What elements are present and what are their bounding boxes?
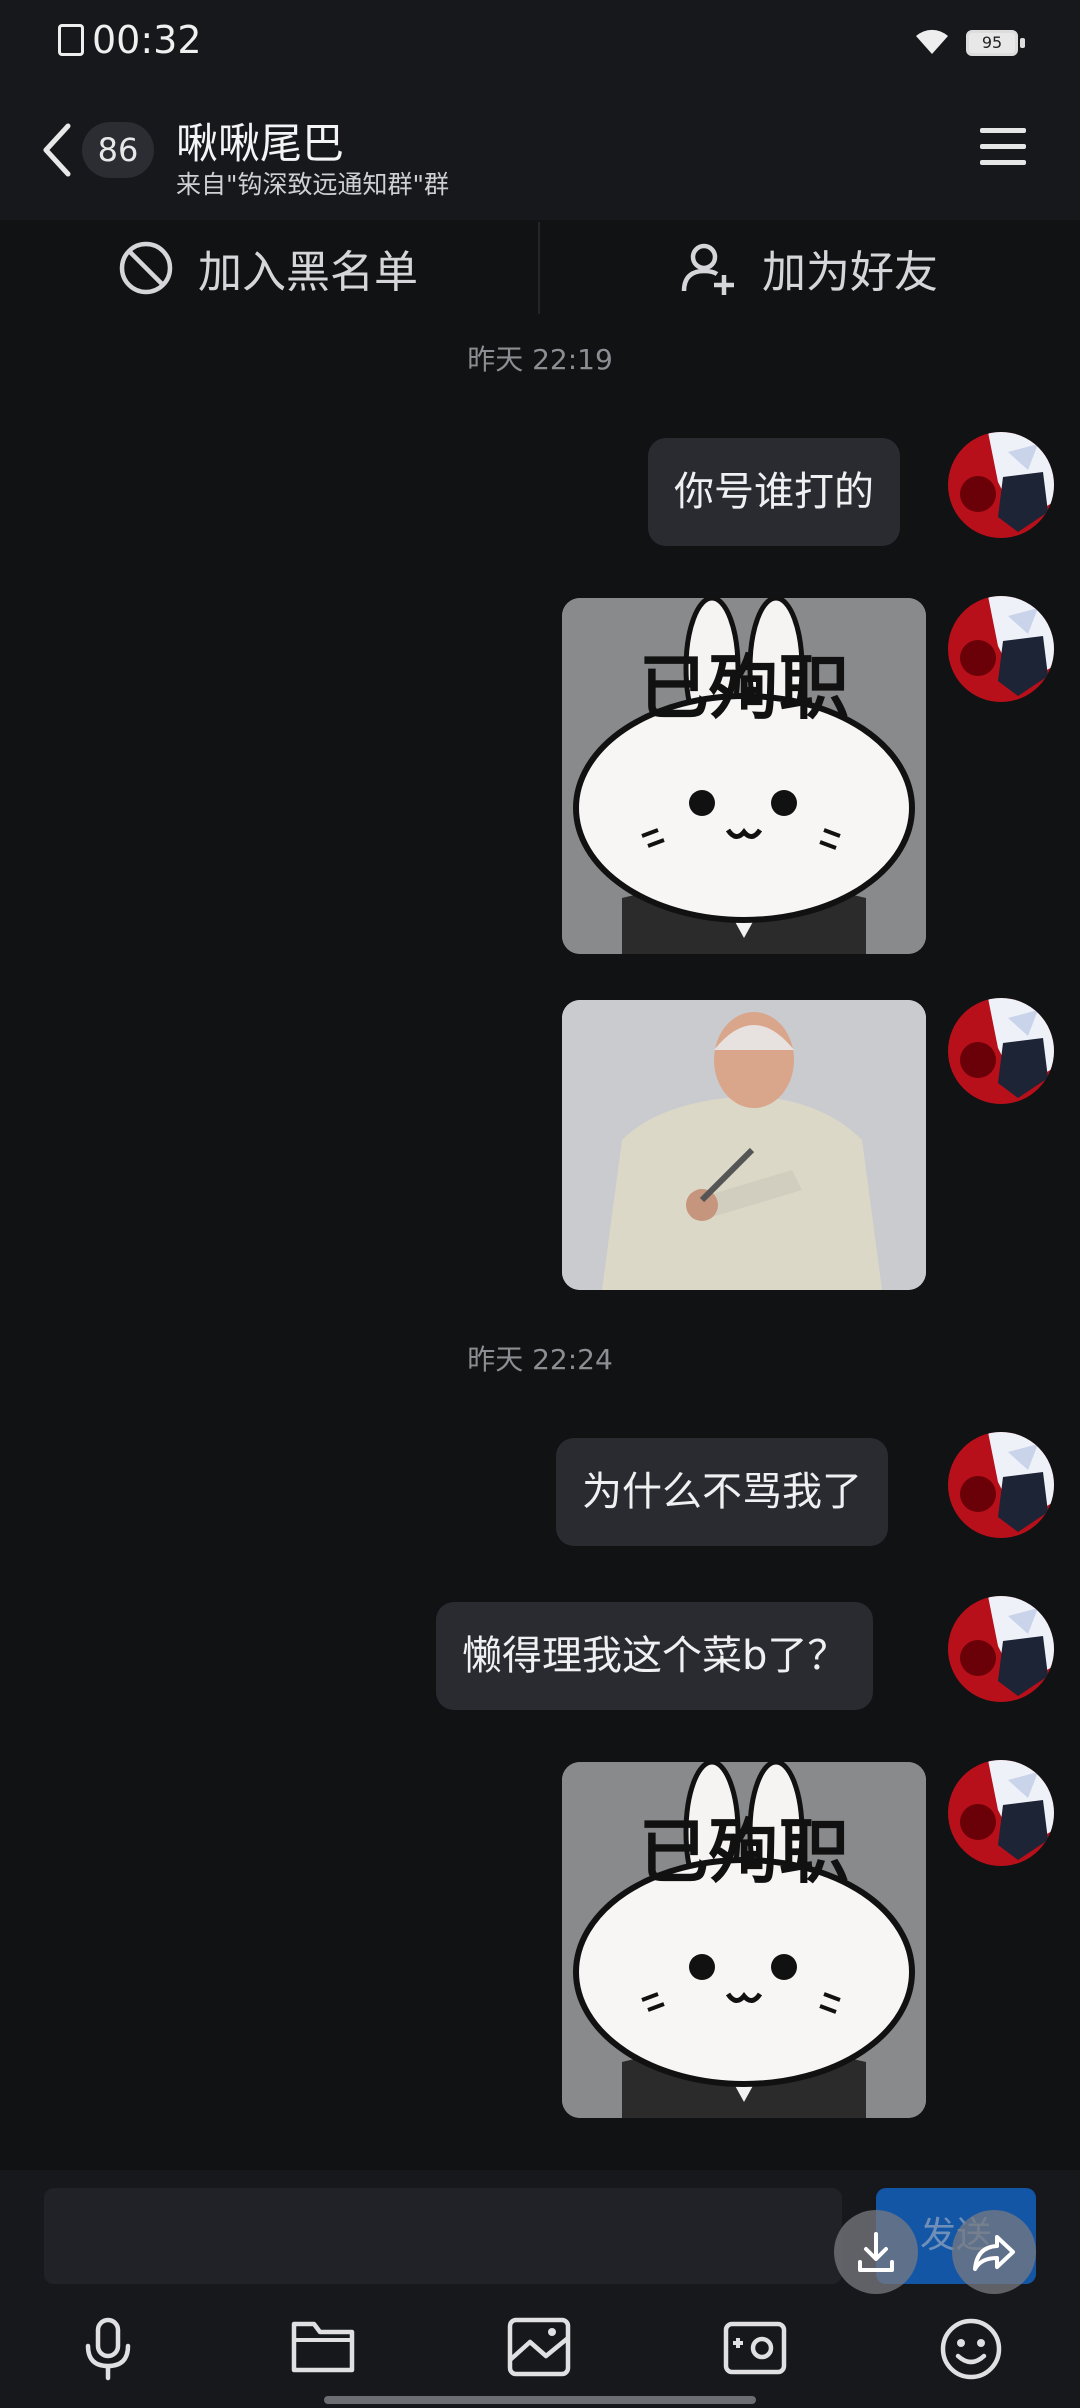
avatar[interactable] xyxy=(948,998,1054,1104)
avatar-image xyxy=(948,596,1054,702)
timestamp: 昨天 22:19 xyxy=(467,343,613,376)
avatar[interactable] xyxy=(948,1760,1054,1866)
avatar-image xyxy=(948,1432,1054,1538)
sim-alert-icon xyxy=(58,24,84,56)
chat-title: 啾啾尾巴 xyxy=(176,119,345,168)
timestamp: 昨天 22:24 xyxy=(467,1343,613,1376)
chat-subtitle: 来自"钩深致远通知群"群 xyxy=(176,170,449,199)
message-input[interactable] xyxy=(44,2188,842,2284)
forward-button[interactable] xyxy=(952,2210,1036,2294)
action-divider xyxy=(538,222,540,314)
camera-icon[interactable] xyxy=(722,2316,788,2378)
message-bubble[interactable]: 为什么不骂我了 xyxy=(556,1438,888,1546)
add-user-icon xyxy=(681,243,734,295)
photo-man-pointing xyxy=(562,1000,926,1290)
block-icon xyxy=(119,241,173,295)
message-bubble[interactable]: 懒得理我这个菜b了？ xyxy=(436,1602,874,1710)
block-label: 加入黑名单 xyxy=(198,247,418,298)
avatar-image xyxy=(948,432,1054,538)
avatar-image xyxy=(948,1760,1054,1866)
download-icon xyxy=(858,2232,894,2272)
avatar[interactable] xyxy=(948,432,1054,538)
unread-count-badge[interactable]: 86 xyxy=(82,122,154,178)
wifi-icon xyxy=(916,29,948,54)
image-icon[interactable] xyxy=(506,2316,572,2378)
share-icon xyxy=(973,2235,1015,2271)
menu-icon[interactable] xyxy=(980,128,1026,176)
avatar-image xyxy=(948,1596,1054,1702)
home-indicator[interactable] xyxy=(324,2396,756,2404)
message-bubble[interactable]: 你号谁打的 xyxy=(648,438,900,546)
avatar[interactable] xyxy=(948,1432,1054,1538)
add-friend-label: 加为好友 xyxy=(762,247,938,298)
avatar-image xyxy=(948,998,1054,1104)
folder-icon[interactable] xyxy=(290,2316,356,2376)
battery-tip xyxy=(1020,38,1025,48)
sticker-caption: 已殉职 xyxy=(639,647,849,729)
avatar[interactable] xyxy=(948,1596,1054,1702)
add-friend-button[interactable]: 加为好友 xyxy=(680,238,938,298)
avatar[interactable] xyxy=(948,596,1054,702)
chat-header xyxy=(0,90,1080,220)
sticker-message[interactable]: 已殉职 xyxy=(562,1762,926,2118)
microphone-icon[interactable] xyxy=(80,2316,136,2382)
sticker-message[interactable]: 已殉职 xyxy=(562,598,926,954)
status-time: 00:32 xyxy=(92,18,202,62)
image-message[interactable] xyxy=(562,1000,926,1290)
block-button[interactable]: 加入黑名单 xyxy=(118,238,418,298)
download-button[interactable] xyxy=(834,2210,918,2294)
emoji-icon[interactable] xyxy=(938,2316,1004,2382)
sticker-caption: 已殉职 xyxy=(639,1811,849,1893)
battery-indicator: 95 xyxy=(966,30,1018,56)
back-arrow-icon[interactable] xyxy=(38,120,74,180)
